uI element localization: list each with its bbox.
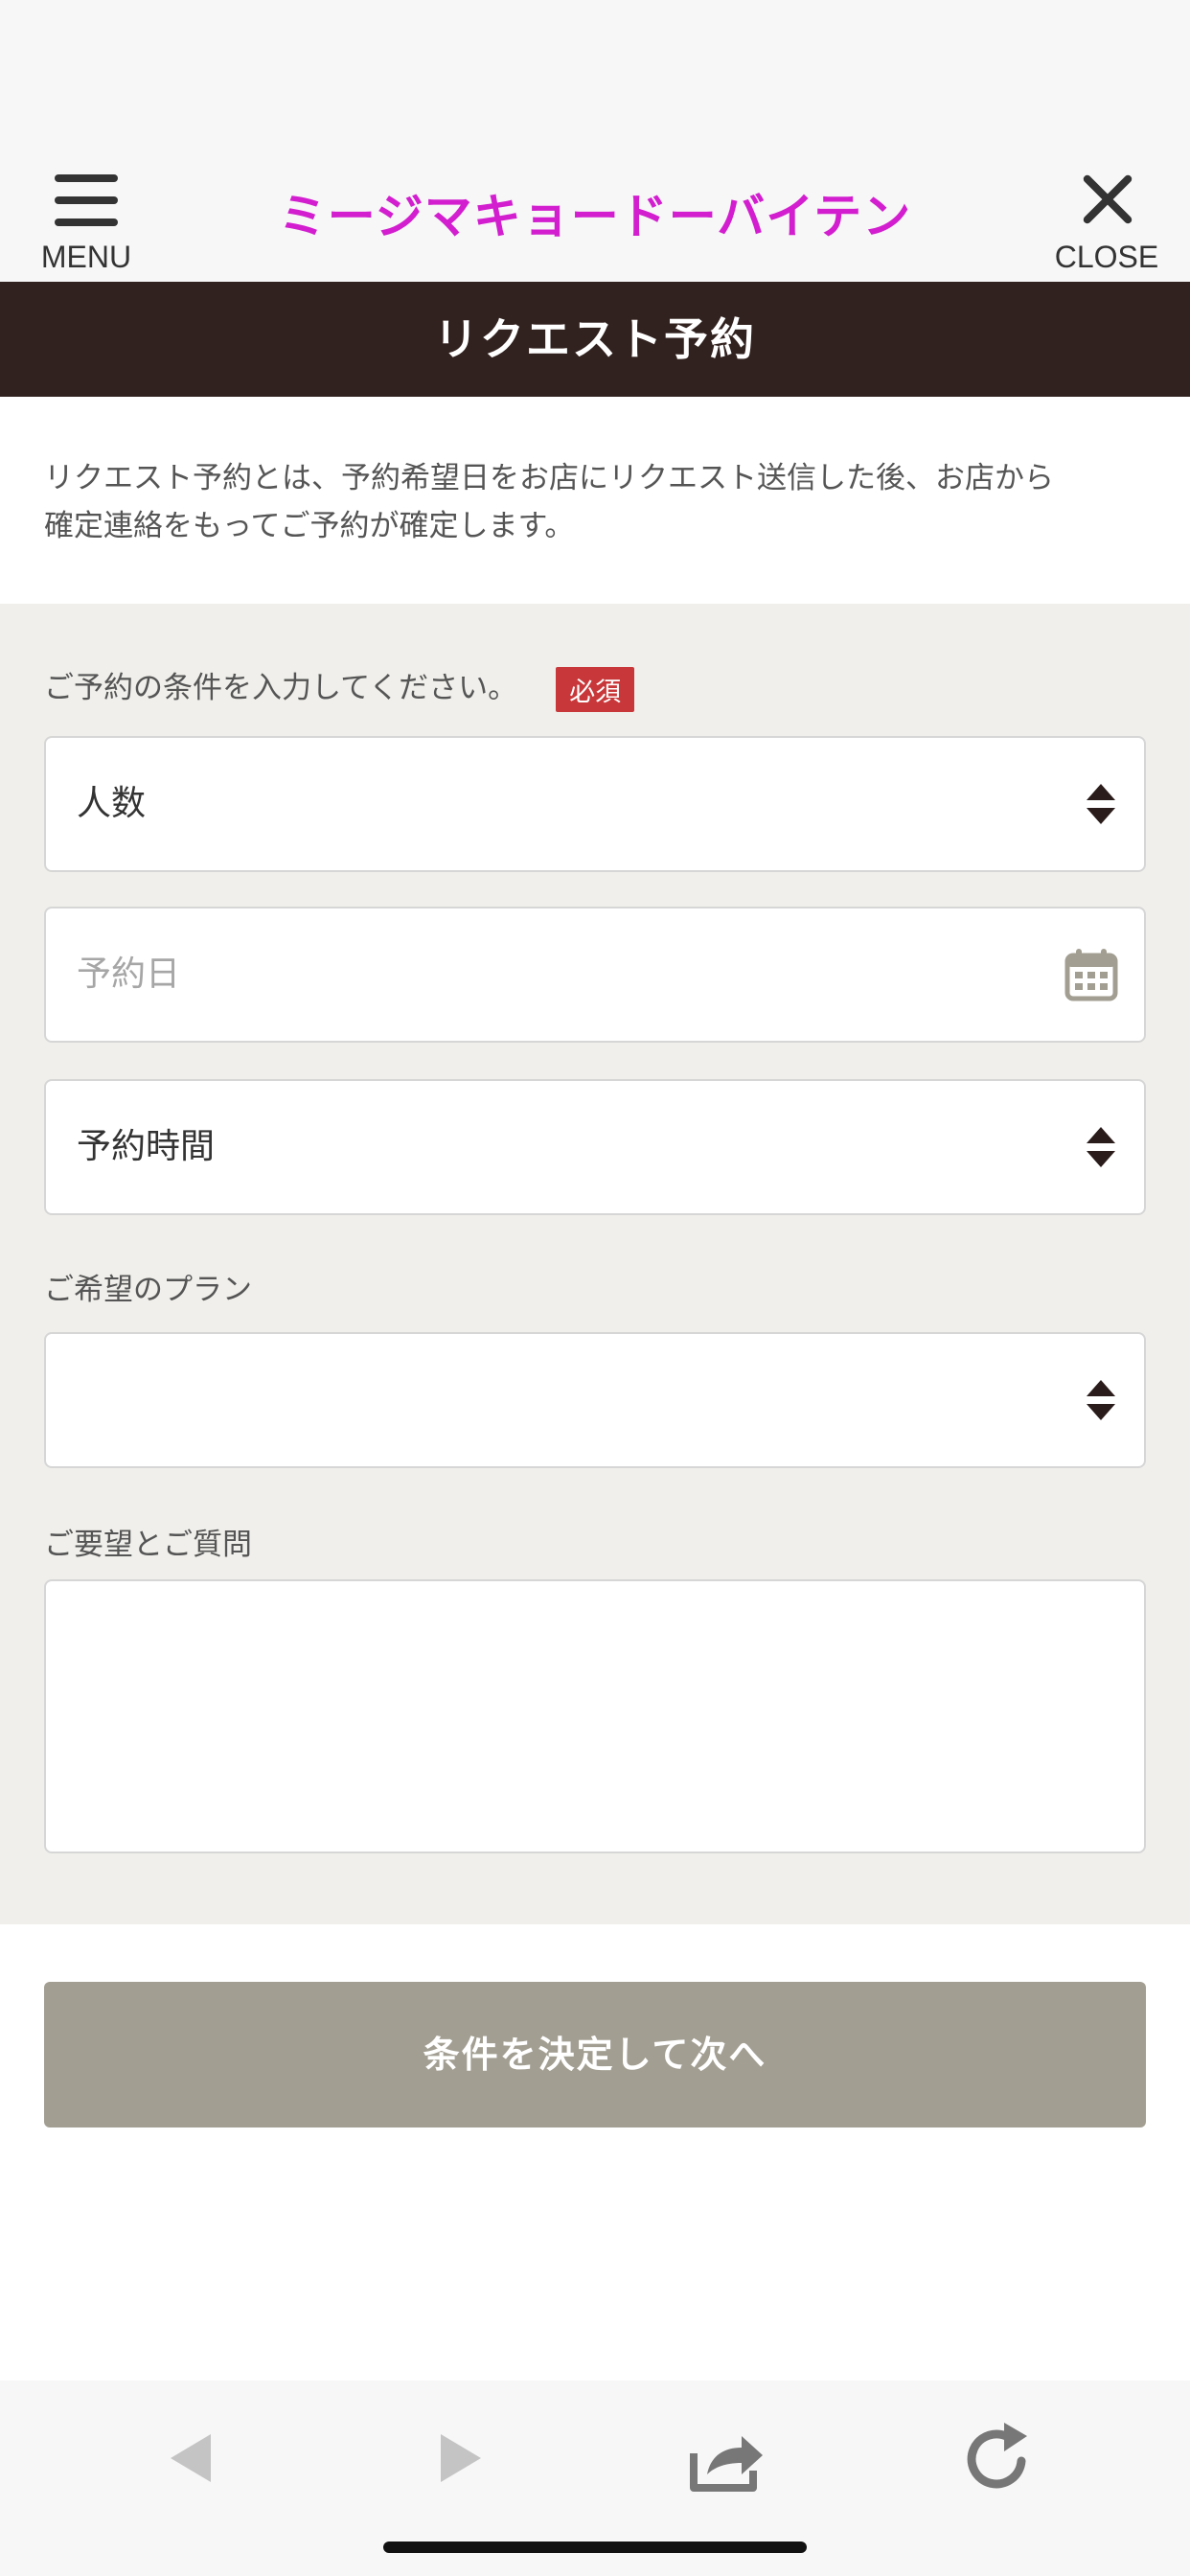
conditions-label-row: ご予約の条件を入力してください。 必須 (44, 663, 635, 712)
select-arrows-icon (1087, 1127, 1115, 1169)
intro-line-2: 確定連絡をもってご予約が確定します。 (44, 509, 575, 543)
time-value: 予約時間 (77, 1127, 216, 1166)
header: MENU ミージマキョードーバイテン CLOSE (0, 153, 1190, 282)
page-title: リクエスト予約 (0, 282, 1190, 397)
share-icon[interactable] (682, 2415, 768, 2501)
close-button[interactable]: CLOSE (1044, 163, 1169, 274)
site-title[interactable]: ミージマキョードーバイテン (192, 178, 998, 247)
plan-select[interactable] (44, 1332, 1146, 1468)
forward-arrow-icon[interactable] (416, 2415, 502, 2501)
menu-label: MENU (40, 240, 132, 274)
date-input[interactable]: 予約日 (44, 907, 1146, 1043)
intro-text: リクエスト予約とは、予約希望日をお店にリクエスト送信した後、お店から 確定連絡を… (44, 454, 1146, 550)
hamburger-icon (55, 174, 118, 226)
time-select[interactable]: 予約時間 (44, 1079, 1146, 1215)
status-bar (0, 0, 1190, 153)
calendar-icon[interactable] (1064, 947, 1119, 1002)
submit-button[interactable]: 条件を決定して次へ (44, 1982, 1146, 2128)
requests-textarea[interactable] (44, 1579, 1146, 1853)
party-size-select[interactable]: 人数 (44, 736, 1146, 872)
reload-icon[interactable] (954, 2415, 1041, 2501)
required-badge: 必須 (556, 667, 635, 712)
requests-label: ご要望とご質問 (44, 1528, 252, 1562)
select-arrows-icon (1087, 784, 1115, 826)
menu-button[interactable]: MENU (29, 163, 144, 274)
close-icon (1081, 172, 1134, 226)
browser-toolbar (0, 2380, 1190, 2576)
date-placeholder: 予約日 (77, 954, 181, 994)
home-indicator (383, 2542, 807, 2553)
close-label: CLOSE (1054, 240, 1159, 274)
plan-label: ご希望のプラン (44, 1273, 252, 1307)
page: MENU ミージマキョードーバイテン CLOSE リクエスト予約 リクエスト予約… (0, 0, 1190, 2576)
conditions-label: ご予約の条件を入力してください。 (44, 671, 518, 705)
party-size-value: 人数 (77, 784, 147, 823)
intro-line-1: リクエスト予約とは、予約希望日をお店にリクエスト送信した後、お店から (44, 461, 1054, 495)
back-arrow-icon[interactable] (149, 2415, 236, 2501)
select-arrows-icon (1087, 1380, 1115, 1422)
